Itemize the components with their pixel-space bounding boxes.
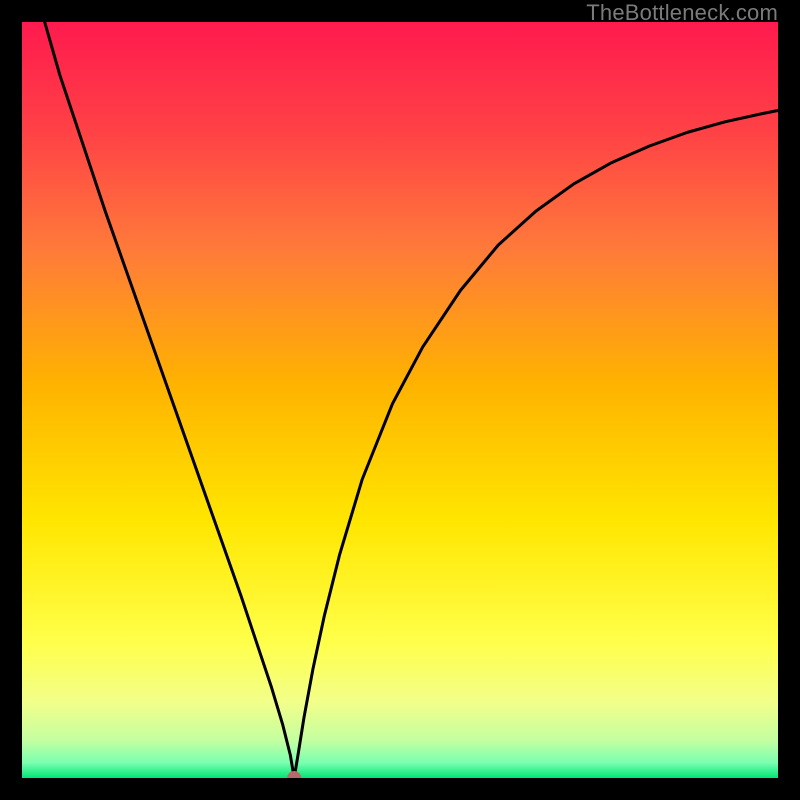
gradient-background (22, 22, 778, 778)
plot-area (22, 22, 778, 778)
chart-svg (22, 22, 778, 778)
chart-frame: TheBottleneck.com (0, 0, 800, 800)
watermark-text: TheBottleneck.com (586, 0, 778, 26)
